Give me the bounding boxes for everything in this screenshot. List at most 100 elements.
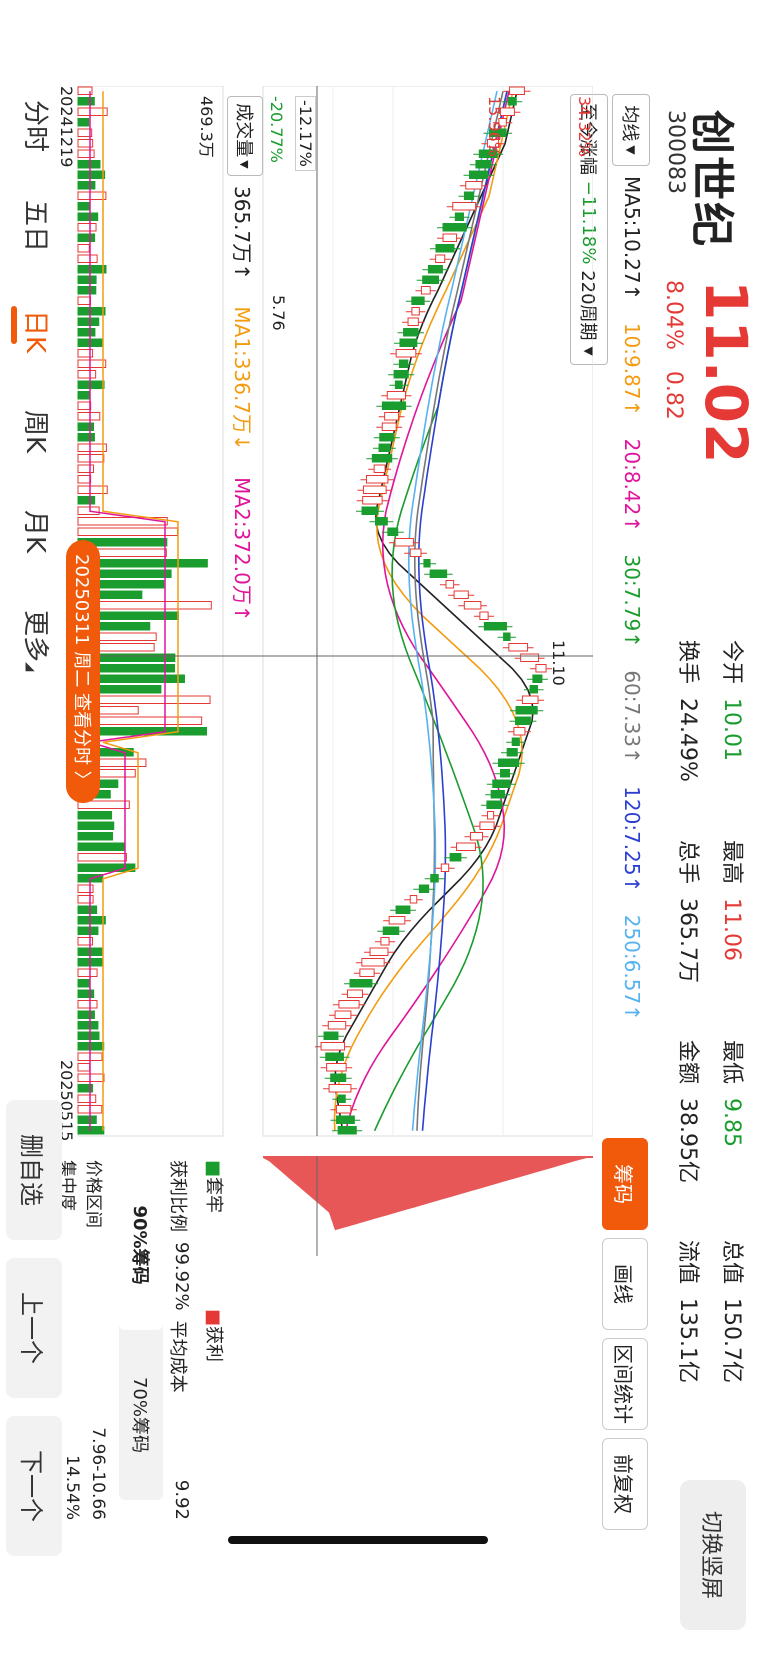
tab-five-day[interactable]: 五日: [19, 200, 56, 252]
next-stock-button[interactable]: 下一个: [6, 1416, 62, 1556]
candle-body: [435, 254, 446, 263]
candle-body: [513, 727, 526, 736]
candle-body: [529, 685, 539, 694]
tab-chip-70[interactable]: 70%筹码: [119, 1330, 163, 1500]
volume-select-label: 成交量: [233, 103, 254, 158]
stock-code: 300083: [663, 110, 688, 194]
volume-bar: [77, 842, 126, 851]
candle-body: [483, 622, 507, 631]
candle-body: [469, 170, 489, 179]
tab-fq[interactable]: 前复权: [602, 1438, 648, 1530]
volume-bar: [77, 968, 98, 977]
chip-range-row: 价格区间 7.96-10.66: [83, 1160, 108, 1520]
volume-bar: [77, 296, 92, 305]
candle-body: [521, 695, 539, 704]
ma-item: 10:9.87↑: [620, 322, 644, 417]
kline-chart[interactable]: [63, 86, 593, 1256]
switch-portrait-button[interactable]: 切换竖屏: [680, 1480, 746, 1630]
tab-chips[interactable]: 筹码: [602, 1138, 648, 1230]
tab-monthly-k[interactable]: 月K: [19, 510, 56, 553]
volume-legend: 365.7万↑ MA1:336.7万↓ MA2:372.0万↑: [229, 186, 258, 642]
volume-bar: [77, 1031, 100, 1040]
remove-watchlist-button[interactable]: 删自选: [6, 1100, 62, 1240]
axis-label-upper: 15.96%: [485, 96, 504, 158]
stock-detail-landscape: 创世纪 300083 11.02 8.04% 0.82 今开 10.01 最高 …: [0, 0, 768, 1663]
ma-line: [418, 91, 508, 1131]
volume-bar: [77, 895, 94, 904]
candle-body: [365, 475, 389, 484]
volume-bar: [77, 1042, 105, 1051]
home-indicator: [228, 1536, 488, 1544]
tab-range-stats[interactable]: 区间统计: [602, 1338, 648, 1430]
candle-body: [520, 653, 540, 662]
candle-body: [361, 958, 385, 967]
tab-draw[interactable]: 画线: [602, 1238, 648, 1330]
candle-body: [435, 244, 455, 253]
chip-profit-area: [263, 1156, 593, 1231]
tab-daily-k[interactable]: 日K: [19, 310, 56, 353]
candle-body: [423, 559, 431, 568]
quote-low: 最低 9.85: [719, 1040, 744, 1147]
chip-stats: ■套牢 ■获利 获利比例 99.92% 平均成本 9.92: [166, 1160, 228, 1520]
volume-bar: [77, 160, 101, 169]
volume-bar: [77, 401, 92, 410]
concentration-value: 14.54%: [62, 1455, 82, 1520]
candle-body: [335, 1115, 355, 1124]
volume-select[interactable]: 成交量 ▼: [227, 96, 263, 176]
volume-bar: [77, 821, 115, 830]
volume-bar: [77, 1073, 105, 1082]
candle-body: [463, 601, 482, 610]
quote-total-value: 总值 150.7亿: [719, 1240, 744, 1383]
volume-bar: [77, 191, 107, 200]
candle-body: [403, 328, 419, 337]
volume-bar: [77, 202, 91, 211]
volume-bar: [77, 979, 90, 988]
candle-body: [337, 1094, 346, 1103]
more-label: 更多: [20, 610, 50, 663]
candle-body: [384, 412, 400, 421]
candle-body: [503, 632, 511, 641]
period-tabs: 分时 五日 日K 周K 月K 更多◢: [0, 100, 56, 800]
candle-body: [325, 1052, 344, 1061]
candle-body: [334, 1010, 352, 1019]
candle-body: [507, 97, 517, 106]
ma-item: MA5:10.27↑: [620, 176, 644, 301]
volume-bar: [77, 1094, 97, 1103]
volume-bar: [77, 1126, 105, 1135]
candle-body: [442, 233, 458, 242]
candle-body: [407, 317, 419, 326]
candle-body: [430, 874, 439, 883]
volume-bar: [77, 884, 94, 893]
tab-chip-90[interactable]: 90%筹码: [119, 1160, 163, 1330]
candle-body: [362, 485, 387, 494]
change-value: 0.82: [661, 370, 686, 420]
volume-bar: [77, 454, 105, 463]
volume-bar: [77, 496, 96, 505]
tab-intraday[interactable]: 分时: [19, 100, 56, 152]
volume-ma2-line: [89, 91, 166, 1131]
volume-bar: [77, 391, 91, 400]
candle-body: [511, 737, 520, 746]
ma-item: 20:8.42↑: [620, 438, 644, 533]
candle-body: [497, 758, 520, 767]
candles: [315, 86, 553, 1135]
candle-body: [506, 748, 518, 757]
tab-more[interactable]: 更多◢: [19, 610, 56, 671]
volume-bar: [77, 181, 96, 190]
volume-bar: [77, 223, 97, 232]
ma-select[interactable]: 均线 ▼: [612, 94, 650, 166]
view-intraday-pill[interactable]: 20250311 周二 查看分时 〉: [66, 540, 100, 803]
volume-bar: [77, 275, 97, 284]
tab-weekly-k[interactable]: 周K: [19, 410, 56, 453]
candle-body: [338, 1000, 360, 1009]
chip-legend: ■套牢 ■获利: [202, 1160, 228, 1520]
prev-stock-button[interactable]: 上一个: [6, 1258, 62, 1398]
avg-cost-label: 平均成本: [167, 1320, 188, 1393]
candle-body: [394, 380, 403, 389]
quote-turnover: 换手 24.49%: [675, 640, 700, 782]
volume-bar: [77, 527, 179, 536]
volume-bar: [77, 244, 90, 253]
volume-bar: [77, 916, 106, 925]
chevron-down-icon: ▼: [624, 145, 638, 155]
volume-bar: [77, 328, 96, 337]
